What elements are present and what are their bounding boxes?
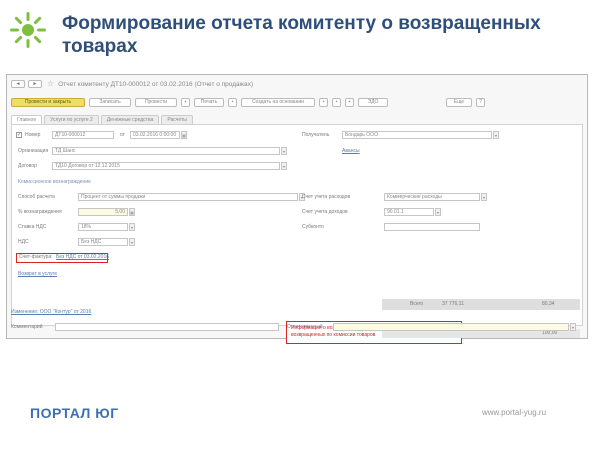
recipient-label: Получатель: [302, 132, 330, 138]
vat-dropdown-icon[interactable]: ▾: [129, 238, 135, 246]
post-and-close-button[interactable]: Провести и закрыть: [11, 97, 85, 107]
recipient-field[interactable]: Бондарь ООО: [342, 131, 492, 139]
vat-rate-field[interactable]: 18%: [78, 223, 128, 231]
contract-dropdown-icon[interactable]: ▾: [281, 162, 287, 170]
brand-site: www.portal-yug.ru: [482, 408, 547, 417]
subconto-label: Субконто: [302, 224, 324, 230]
slide-title: Формирование отчета комитенту о возвраще…: [62, 13, 541, 57]
comment-label: Комментарий: [11, 324, 43, 330]
forward-button[interactable]: ►: [28, 80, 42, 88]
expense-account-dropdown-icon[interactable]: ▾: [481, 193, 487, 201]
star-icon[interactable]: ☆: [47, 80, 54, 88]
organization-field[interactable]: ТД Шанс: [52, 147, 280, 155]
window-header: ◄ ► ☆ Отчет комитенту ДТ10-000012 от 03.…: [11, 79, 253, 89]
brand-logo: ПОРТАЛ ЮГ: [30, 405, 119, 421]
posted-checkbox[interactable]: ✓: [16, 132, 22, 138]
commission-section-heading[interactable]: Комиссионное вознаграждение: [18, 179, 91, 185]
payment-value: 100,00: [542, 330, 558, 336]
invoice-link[interactable]: Без НДС от 03.02.2016: [56, 254, 109, 260]
expense-account-field[interactable]: Коммерческие расходы: [384, 193, 480, 201]
print-button[interactable]: Печать: [194, 97, 224, 107]
author-link[interactable]: Изменение: ООО "Контур" от 2016: [11, 309, 91, 315]
subconto-field[interactable]: [384, 223, 480, 231]
number-label: Номер: [25, 132, 41, 138]
tab-main[interactable]: Главное: [11, 115, 43, 124]
attach-icon[interactable]: ▪: [181, 97, 190, 107]
tab-services[interactable]: Услуги по услуге 2: [44, 115, 99, 124]
edo-button[interactable]: ЭДО: [358, 97, 388, 107]
vat-rate-dropdown-icon[interactable]: ▾: [129, 223, 135, 231]
contract-label: Договор: [18, 163, 37, 169]
calendar-icon[interactable]: ▦: [181, 131, 187, 139]
income-account-dropdown-icon[interactable]: ▾: [435, 208, 441, 216]
return-services-link[interactable]: Возврат в услуге: [18, 271, 57, 277]
vat-field[interactable]: Без НДС: [78, 238, 128, 246]
structure-icon[interactable]: ▪: [345, 97, 354, 107]
back-button[interactable]: ◄: [11, 80, 25, 88]
create-based-on-button[interactable]: Создать на основании: [241, 97, 315, 107]
tab-money[interactable]: Денежные средства: [100, 115, 160, 124]
fee-percent-field[interactable]: 5,00: [78, 208, 128, 216]
tab-settlements[interactable]: Расчеты: [161, 115, 193, 124]
fee-percent-label: % вознаграждения: [18, 209, 62, 215]
expense-account-label: Счет учета расходов: [302, 194, 351, 200]
responsible-field[interactable]: [333, 323, 569, 331]
income-account-label: Счет учета доходов: [302, 209, 348, 215]
calc-method-select[interactable]: Процент от суммы продажи: [78, 193, 298, 201]
calc-method-label: Способ расчета: [18, 194, 55, 200]
report-icon[interactable]: ▪: [228, 97, 237, 107]
contract-field[interactable]: ТД10 Договор от 12.12.2015: [52, 162, 280, 170]
write-button[interactable]: Записать: [89, 97, 131, 107]
vat-total-value: 80,34: [542, 301, 555, 307]
income-account-field[interactable]: 90.01.1: [384, 208, 434, 216]
responsible-dropdown-icon[interactable]: ▾: [570, 323, 576, 331]
number-field[interactable]: ДТ10-000012: [52, 131, 114, 139]
comment-field[interactable]: [55, 323, 279, 331]
fee-calc-icon[interactable]: ▦: [129, 208, 135, 216]
responsible-label: Ответственный: [287, 324, 323, 330]
tab-bar: Главное Услуги по услуге 2 Денежные сред…: [11, 115, 195, 124]
vat-rate-label: Ставка НДС: [18, 224, 47, 230]
form-panel: ✓ Номер ДТ10-000012 от 03.02.2016 0:00:0…: [11, 124, 583, 344]
related-icon[interactable]: ▪: [332, 97, 341, 107]
more-button[interactable]: Еще: [446, 97, 472, 107]
toolbar: Провести и закрыть Записать Провести ▪ П…: [11, 97, 489, 107]
recipient-dropdown-icon[interactable]: ▾: [493, 131, 499, 139]
document-icon[interactable]: ▪: [319, 97, 328, 107]
date-field[interactable]: 03.02.2016 0:00:00: [130, 131, 180, 139]
vat-label: НДС: [18, 239, 29, 245]
document-title: Отчет комитенту ДТ10-000012 от 03.02.201…: [58, 80, 254, 88]
help-icon[interactable]: ?: [476, 97, 485, 107]
post-button[interactable]: Провести: [135, 97, 177, 107]
organization-dropdown-icon[interactable]: ▾: [281, 147, 287, 155]
total-value: 37 776,11: [442, 301, 464, 307]
invoice-label: Счет-фактура:: [19, 254, 53, 260]
document-window: ◄ ► ☆ Отчет комитенту ДТ10-000012 от 03.…: [6, 74, 588, 344]
sun-logo-icon: [10, 12, 46, 48]
total-label: Всего: [410, 301, 424, 307]
organization-label: Организация: [18, 148, 49, 154]
advances-link[interactable]: Авансы: [342, 148, 360, 154]
date-label: от: [120, 132, 125, 138]
